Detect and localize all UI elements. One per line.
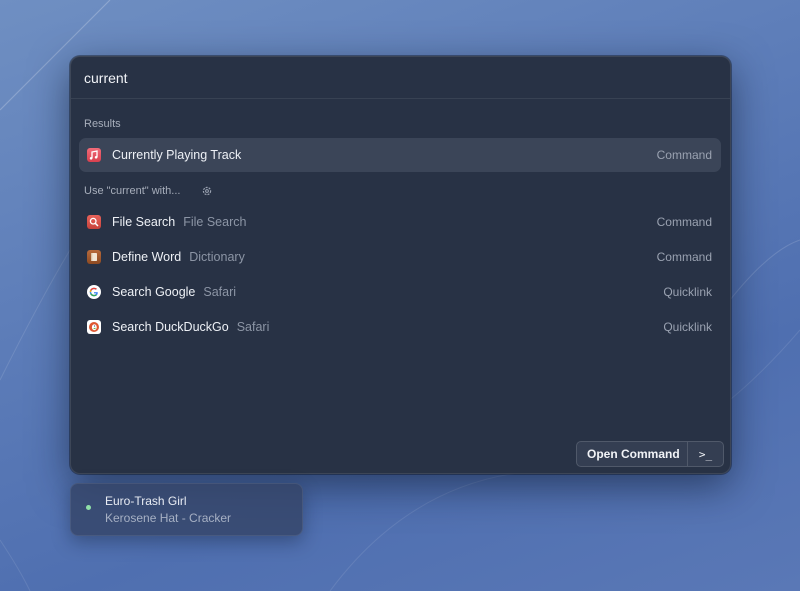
fallback-title: File Search [112, 215, 176, 229]
fallback-title-wrap: Search Google Safari [112, 285, 236, 299]
now-playing-card[interactable]: Euro-Trash Girl Kerosene Hat - Cracker [70, 483, 303, 536]
dictionary-icon [87, 250, 101, 264]
fallback-title-wrap: File Search File Search [112, 215, 246, 229]
result-title: Currently Playing Track [112, 148, 242, 162]
gear-icon[interactable] [201, 184, 213, 196]
fallback-item-file-search[interactable]: File Search File Search Command [79, 205, 721, 239]
section-header-results: Results [84, 118, 121, 130]
fallback-subtitle: Dictionary [189, 250, 245, 264]
fallback-subtitle: Safari [203, 285, 237, 299]
command-palette: Results Currently Playing Track Command … [70, 56, 731, 474]
fallback-subtitle: Safari [236, 320, 270, 334]
google-icon [87, 285, 101, 299]
fallback-item-define-word[interactable]: Define Word Dictionary Command [79, 240, 721, 274]
fallback-title-wrap: Define Word Dictionary [112, 250, 245, 264]
fallback-title: Define Word [112, 250, 182, 264]
duckduckgo-icon [87, 320, 101, 334]
terminal-icon[interactable]: >_ [688, 448, 723, 461]
result-item-currently-playing-track[interactable]: Currently Playing Track Command [79, 138, 721, 172]
track-title: Euro-Trash Girl [105, 494, 187, 508]
fallback-type: Command [656, 250, 712, 264]
fallback-type: Command [656, 215, 712, 229]
search-bar [71, 57, 730, 99]
artist-album: Kerosene Hat - Cracker [105, 511, 232, 525]
result-type: Command [656, 148, 712, 162]
open-command-button[interactable]: Open Command >_ [576, 441, 724, 467]
fallback-type: Quicklink [663, 285, 712, 299]
fallback-subtitle: File Search [183, 215, 247, 229]
fallback-type: Quicklink [663, 320, 712, 334]
section-header-fallbacks: Use "current" with... [84, 185, 181, 197]
status-dot [86, 505, 91, 510]
fallback-title: Search DuckDuckGo [112, 320, 229, 334]
fallback-item-search-google[interactable]: Search Google Safari Quicklink [79, 275, 721, 309]
fallback-title-wrap: Search DuckDuckGo Safari [112, 320, 269, 334]
fallback-item-search-duckduckgo[interactable]: Search DuckDuckGo Safari Quicklink [79, 310, 721, 344]
search-input[interactable] [84, 67, 684, 89]
magnifier-icon [87, 215, 101, 229]
music-icon [87, 148, 101, 162]
open-command-label: Open Command [587, 447, 680, 461]
fallback-title: Search Google [112, 285, 196, 299]
